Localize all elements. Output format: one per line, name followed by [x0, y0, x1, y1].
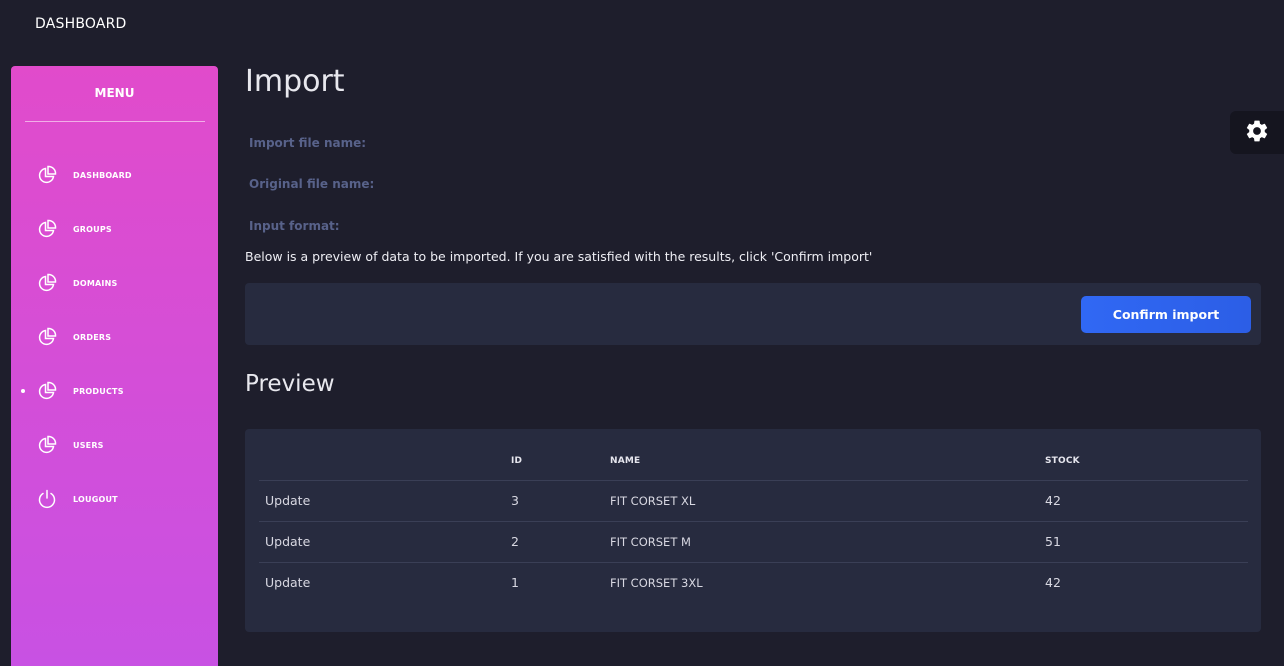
action-bar: Confirm import	[245, 283, 1261, 345]
sidebar-menu-title: MENU	[94, 86, 135, 100]
table-row: Update 3 FIT CORSET XL 42	[259, 480, 1248, 522]
row-action: Update	[259, 480, 505, 522]
main-content: Import Import file name: Original file n…	[245, 60, 1261, 632]
sidebar: MENU DASHBOARD GROUPS DOMAINS ORDERS PRO…	[11, 66, 218, 666]
row-stock: 42	[1045, 575, 1061, 591]
pie-chart-icon	[37, 381, 57, 401]
sidebar-item-label: DOMAINS	[73, 278, 118, 288]
sidebar-item-label: ORDERS	[73, 332, 112, 342]
sidebar-item-dashboard[interactable]: DASHBOARD	[11, 148, 218, 202]
sidebar-divider	[25, 121, 205, 122]
sidebar-item-domains[interactable]: DOMAINS	[11, 256, 218, 310]
row-name: FIT CORSET M	[604, 521, 1039, 563]
sidebar-item-groups[interactable]: GROUPS	[11, 202, 218, 256]
pie-chart-icon	[37, 435, 57, 455]
power-icon	[37, 489, 57, 509]
column-header-stock: STOCK	[1039, 442, 1248, 481]
sidebar-item-orders[interactable]: ORDERS	[11, 310, 218, 364]
sidebar-item-label: LOUGOUT	[73, 494, 118, 504]
import-file-name-label: Import file name:	[249, 136, 367, 150]
row-name: FIT CORSET XL	[604, 480, 1039, 522]
top-bar: DASHBOARD	[0, 0, 1284, 52]
sidebar-item-label: PRODUCTS	[73, 386, 124, 396]
brand-title[interactable]: DASHBOARD	[35, 16, 127, 32]
sidebar-item-logout[interactable]: LOUGOUT	[11, 472, 218, 526]
pie-chart-icon	[37, 273, 57, 293]
sidebar-item-label: USERS	[73, 440, 104, 450]
row-action: Update	[259, 521, 505, 563]
row-name: FIT CORSET 3XL	[610, 575, 703, 590]
confirm-import-button[interactable]: Confirm import	[1081, 296, 1251, 333]
table-row: Update 2 FIT CORSET M 51	[259, 521, 1248, 563]
active-indicator	[21, 389, 25, 393]
column-header-id: ID	[505, 442, 604, 481]
original-file-name-label: Original file name:	[249, 177, 375, 191]
pie-chart-icon	[37, 219, 57, 239]
row-id: 2	[505, 521, 604, 563]
input-format-label: Input format:	[249, 219, 340, 233]
pie-chart-icon	[37, 165, 57, 185]
preview-title: Preview	[245, 371, 335, 397]
sidebar-item-label: GROUPS	[73, 224, 112, 234]
table-row: Update 1 FIT CORSET 3XL 42	[259, 562, 1248, 603]
row-stock: 42	[1039, 480, 1248, 522]
sidebar-item-products[interactable]: PRODUCTS	[11, 364, 218, 418]
page-title: Import	[245, 64, 345, 99]
preview-table-card: ID NAME STOCK Update 3 FIT CORSET XL 42 …	[245, 429, 1261, 632]
row-id: 3	[505, 480, 604, 522]
row-action: Update	[265, 575, 311, 591]
column-header-action	[259, 442, 505, 481]
column-header-name: NAME	[604, 442, 1039, 481]
sidebar-item-users[interactable]: USERS	[11, 418, 218, 472]
settings-toggle[interactable]	[1230, 111, 1284, 154]
gear-icon	[1244, 118, 1270, 148]
pie-chart-icon	[37, 327, 57, 347]
sidebar-item-label: DASHBOARD	[73, 170, 132, 180]
preview-table: ID NAME STOCK Update 3 FIT CORSET XL 42 …	[259, 442, 1248, 603]
preview-instructions: Below is a preview of data to be importe…	[245, 249, 873, 264]
row-stock: 51	[1039, 521, 1248, 563]
sidebar-nav: DASHBOARD GROUPS DOMAINS ORDERS PRODUCTS…	[11, 148, 218, 526]
row-id: 1	[511, 575, 519, 591]
table-header-row: ID NAME STOCK	[259, 442, 1248, 481]
